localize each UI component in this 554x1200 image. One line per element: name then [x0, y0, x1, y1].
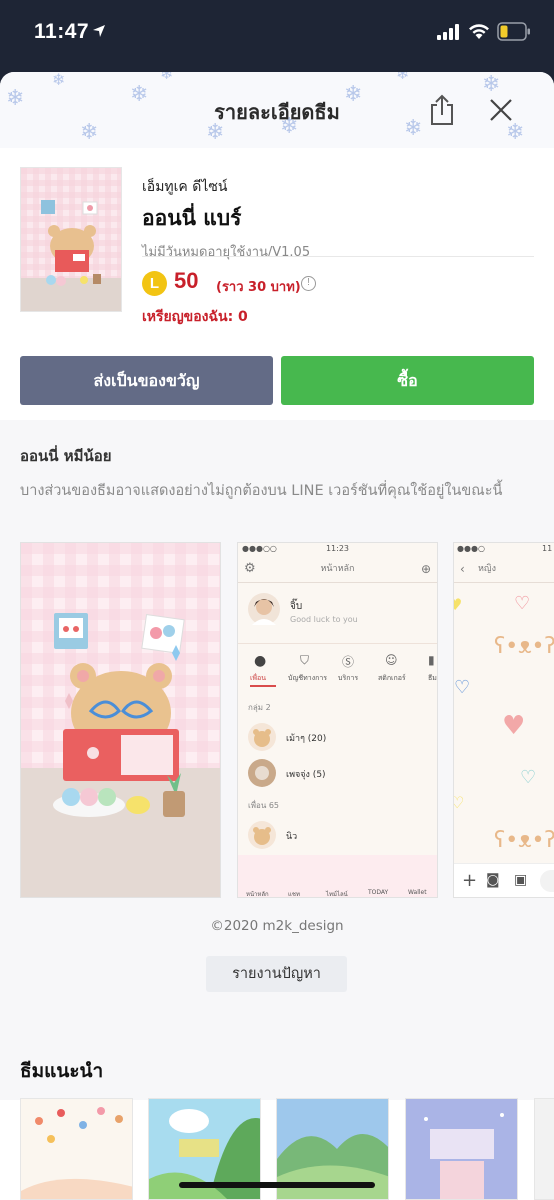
- battery-low-icon: [497, 22, 530, 41]
- profile-status: Good luck to you: [290, 615, 358, 624]
- mock-time: 11:23: [325, 544, 350, 553]
- mock-status-bar: ●●●○ 11: [454, 543, 554, 556]
- validity-text: ไม่มีวันหมดอายุใช้งาน/V1.05: [142, 245, 311, 260]
- location-arrow-icon: [93, 25, 105, 37]
- friends-tab-icon: ●: [254, 653, 267, 669]
- product-info: เอ็มทูเค ดีไซน์ ออนนี่ แบร์ ไม่มีวันหมดอ…: [142, 176, 534, 262]
- mock-nav-label: TODAY: [368, 889, 389, 896]
- friend-header: เพื่อน 65: [248, 801, 280, 810]
- mock-tab-label: บัญชีทางการ: [288, 674, 328, 682]
- bear-face-icon: ʕ•ᴥ•ʔ: [494, 634, 554, 659]
- recommended-theme-card[interactable]: [20, 1098, 133, 1200]
- mock-time: 11: [542, 544, 553, 553]
- cellular-signal-icon: [437, 24, 459, 40]
- mock-bottom-nav: หน้าหลัก แชท ไทม์ไลน์ TODAY Wallet: [238, 855, 437, 898]
- price-value: 50: [174, 268, 199, 293]
- heart-icon: ♥: [502, 711, 526, 741]
- snowflake-icon: ❄: [482, 72, 501, 97]
- mock-tab-label: สติกเกอร์: [378, 674, 406, 682]
- mock-nav-label: หน้าหลัก: [246, 891, 269, 898]
- official-tab-icon: ⛉: [300, 653, 310, 667]
- send-as-gift-button[interactable]: ส่งเป็นของขวัญ: [20, 356, 273, 405]
- copyright-text: ©2020 m2k_design: [210, 918, 344, 934]
- services-tab-icon: Ⓢ: [342, 655, 355, 669]
- mock-header: ‹ หญิง: [454, 556, 554, 582]
- group-name: เม้าๆ (20): [286, 734, 327, 744]
- mock-title: หน้าหลัก: [320, 564, 355, 574]
- active-tab-indicator: [250, 685, 276, 687]
- mock-message-field: [540, 870, 554, 892]
- close-icon[interactable]: [488, 97, 514, 123]
- mock-signal-dots: ●●●○: [457, 544, 485, 553]
- mock-status-bar: ●●●○○ 11:23: [238, 543, 437, 556]
- heart-icon: ♡: [520, 767, 537, 788]
- avatar: [248, 593, 280, 625]
- heart-icon: ♡: [454, 793, 464, 812]
- mock-nav-label: Wallet: [408, 889, 427, 896]
- theme-tab-icon: ▮: [428, 653, 435, 667]
- recommended-theme-card[interactable]: [534, 1098, 554, 1200]
- compatibility-notice: บางส่วนของธีมอาจแสดงอย่างไม่ถูกต้องบน LI…: [20, 483, 503, 499]
- bear-face-icon: ʕ•ᴥ•ʔ: [494, 828, 554, 853]
- preview-image-chat[interactable]: ●●●○ 11 ‹ หญิง ♥ ♡ ʕ•ᴥ•ʔ ♡ ♥ ♡ ♡ ʕ•ᴥ•ʔ +…: [453, 542, 554, 898]
- report-problem-button[interactable]: รายงานปัญหา: [206, 956, 347, 992]
- divider: [238, 582, 437, 583]
- theme-detail-sheet: ❄ ❄ ❄ ❄ ❄ ❄ ❄ ❄ ❄ ❄ ❄ ❄ รายละเอียดธีม เอ…: [0, 72, 554, 1200]
- mock-tab-label: เพื่อน: [250, 674, 266, 682]
- preview-image-friends-list[interactable]: ●●●○○ 11:23 หน้าหลัก ⚙ ⊕ จิ๊บ Good luck …: [237, 542, 438, 898]
- approx-price: (ราว 30 บาท): [216, 280, 301, 295]
- my-coins-balance[interactable]: เหรียญของฉัน: 0: [142, 306, 248, 328]
- buy-button[interactable]: ซื้อ: [281, 356, 534, 405]
- status-time: 11:47: [34, 20, 90, 43]
- image-icon: ▣: [514, 872, 528, 888]
- recommended-theme-card[interactable]: [405, 1098, 518, 1200]
- theme-title: ออนนี่ แบร์: [142, 206, 242, 230]
- group-name: เพจจุ่ง (5): [286, 770, 326, 780]
- home-indicator: [179, 1182, 375, 1188]
- info-icon[interactable]: !: [301, 276, 316, 291]
- profile-name: จิ๊บ: [290, 601, 303, 612]
- mock-nav-label: ไทม์ไลน์: [326, 891, 348, 898]
- wifi-icon: [469, 24, 489, 39]
- recommended-themes-heading: ธีมแนะนำ: [20, 1060, 104, 1082]
- divider: [454, 582, 554, 583]
- theme-thumbnail: [20, 167, 122, 312]
- page-title: รายละเอียดธีม: [214, 100, 340, 124]
- mock-tab-label: บริการ: [338, 674, 359, 682]
- preview-image-wallpaper[interactable]: [20, 542, 221, 898]
- heart-icon: ♥: [454, 595, 462, 614]
- heart-icon: ♡: [454, 677, 471, 698]
- sticker-tab-icon: ☺: [385, 653, 398, 667]
- add-friend-icon: ⊕: [420, 562, 431, 576]
- mock-tab-label: ธีม: [428, 674, 437, 682]
- snowflake-icon: ❄: [52, 72, 66, 89]
- mock-nav-label: แชท: [288, 891, 300, 898]
- heart-icon: ♡: [514, 593, 531, 614]
- mock-header: หน้าหลัก ⚙ ⊕: [238, 556, 437, 582]
- divider: [142, 256, 534, 257]
- group-avatar: [248, 759, 276, 787]
- plus-icon: +: [462, 870, 478, 891]
- status-bar: 11:47: [0, 0, 554, 70]
- group-header: กลุ่ม 2: [248, 703, 271, 712]
- mock-chat-input-bar: + ◙ ▣: [454, 863, 554, 897]
- line-coin-icon: L: [142, 271, 167, 296]
- snowflake-icon: ❄: [160, 72, 174, 83]
- friend-avatar: [248, 821, 276, 849]
- divider: [238, 643, 437, 644]
- mock-title: หญิง: [478, 564, 496, 574]
- sheet-header: ❄ ❄ ❄ ❄ ❄ ❄ ❄ ❄ ❄ ❄ ❄ ❄ รายละเอียดธีม: [0, 72, 554, 148]
- description-heading: ออนนี่ หมีน้อย: [20, 447, 112, 465]
- author-name[interactable]: เอ็มทูเค ดีไซน์: [142, 176, 534, 198]
- back-chevron-icon: ‹: [460, 562, 465, 576]
- group-avatar: [248, 723, 276, 751]
- settings-icon: ⚙: [244, 561, 256, 576]
- share-icon[interactable]: [428, 94, 456, 126]
- snowflake-icon: ❄: [396, 72, 410, 83]
- camera-icon: ◙: [486, 872, 500, 888]
- friend-name: นิว: [286, 832, 298, 842]
